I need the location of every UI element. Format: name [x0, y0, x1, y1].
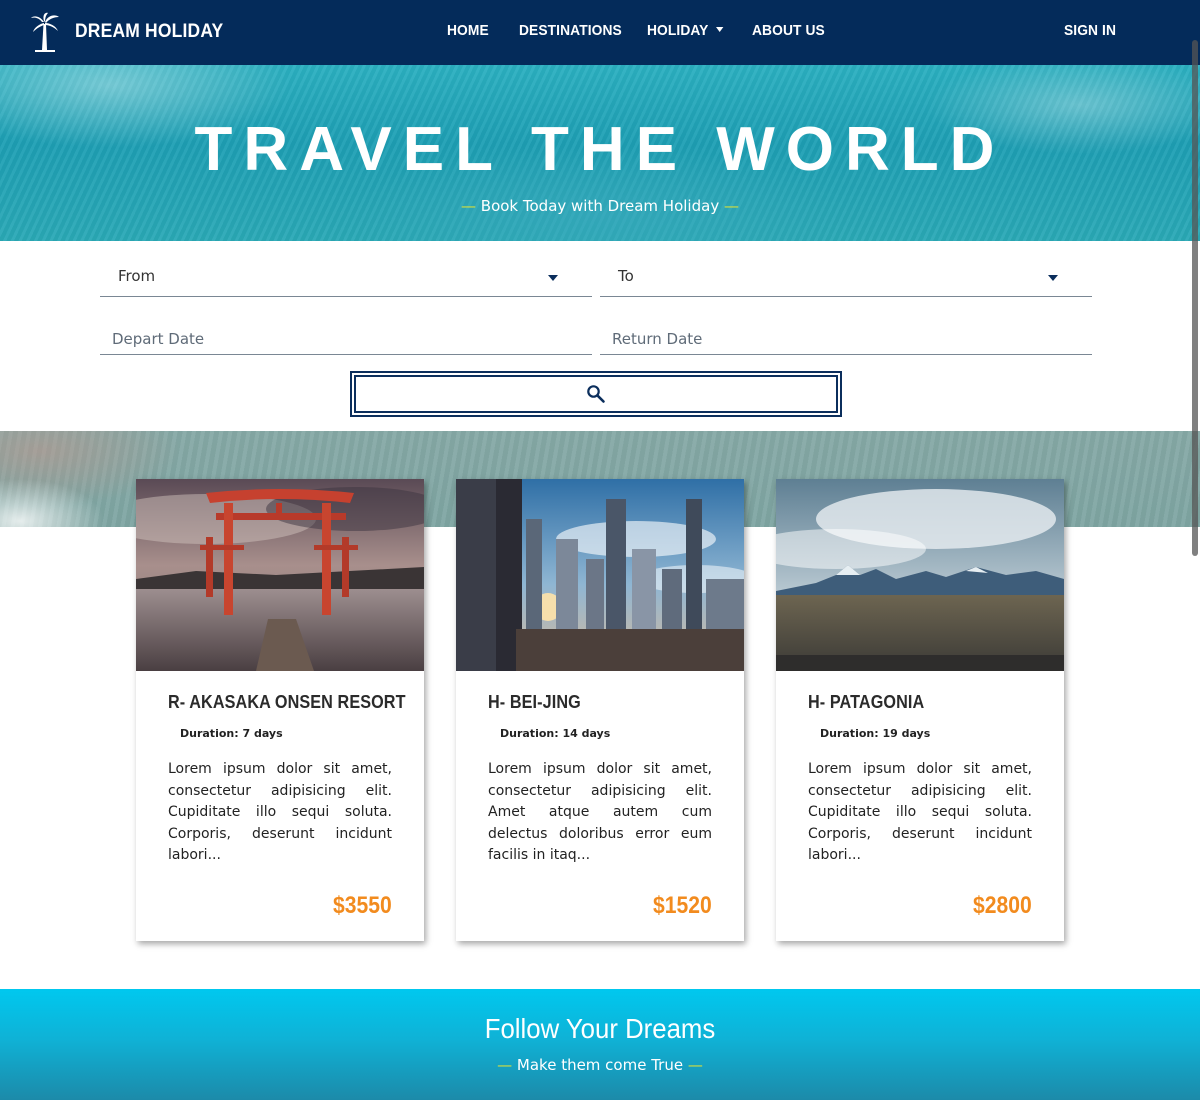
nav-holiday-dropdown[interactable]: HOLIDAY — [647, 22, 724, 39]
footer-subtitle: — Make them come True — — [0, 1056, 1200, 1074]
caret-down-icon — [715, 27, 724, 33]
footer-subtitle-text: Make them come True — [516, 1056, 684, 1074]
nav-holiday-label: HOLIDAY — [647, 22, 709, 39]
hero-title: TRAVEL THE WORLD — [194, 115, 1006, 184]
page-scrollbar[interactable] — [1192, 40, 1198, 556]
card-duration: Duration: 7 days — [180, 727, 283, 740]
nav-destinations[interactable]: DESTINATIONS — [519, 22, 622, 39]
hero-subtitle-text: Book Today with Dream Holiday — [480, 197, 720, 215]
nav-about-us[interactable]: ABOUT US — [752, 22, 825, 39]
hero-banner: TRAVEL THE WORLD — Book Today with Dream… — [0, 65, 1200, 241]
card-description: Lorem ipsum dolor sit amet, consectetur … — [808, 761, 1032, 864]
dash-right: — — [723, 197, 739, 215]
footer-banner: Follow Your Dreams — Make them come True… — [0, 989, 1200, 1100]
card-image-city-skyline — [456, 479, 744, 671]
destination-card[interactable]: H- BEI-JING Duration: 14 days Lorem ipsu… — [456, 479, 744, 941]
to-select[interactable]: To — [600, 241, 1092, 297]
card-duration: Duration: 19 days — [820, 727, 931, 740]
brand[interactable]: DREAM HOLIDAY — [30, 12, 236, 52]
hero-subtitle: — Book Today with Dream Holiday — — [0, 197, 1200, 215]
card-description: Lorem ipsum dolor sit amet, consectetur … — [168, 761, 392, 864]
sign-in-link[interactable]: SIGN IN — [1064, 22, 1116, 39]
depart-date-input[interactable] — [100, 299, 592, 355]
navbar: DREAM HOLIDAY HOME DESTINATIONS HOLIDAY … — [0, 0, 1200, 65]
card-title: H- PATAGONIA — [808, 692, 925, 712]
search-button-inner — [354, 375, 838, 413]
card-price: $2800 — [973, 892, 1032, 919]
card-image-torii-gate — [136, 479, 424, 671]
card-price: $3550 — [333, 892, 392, 919]
footer-title: Follow Your Dreams — [484, 1013, 716, 1044]
caret-down-icon — [1048, 275, 1058, 281]
search-icon — [587, 385, 605, 403]
card-duration: Duration: 14 days — [500, 727, 611, 740]
nav-home[interactable]: HOME — [447, 22, 489, 39]
dash-left: — — [497, 1056, 513, 1074]
card-description: Lorem ipsum dolor sit amet, consectetur … — [488, 761, 712, 864]
card-price: $1520 — [653, 892, 712, 919]
card-image-mountains — [776, 479, 1064, 671]
brand-name: DREAM HOLIDAY — [75, 21, 224, 42]
palm-tree-logo-icon — [31, 12, 59, 52]
caret-down-icon — [548, 275, 558, 281]
destination-card[interactable]: R- AKASAKA ONSEN RESORT Duration: 7 days… — [136, 479, 424, 941]
return-date-input[interactable] — [600, 299, 1092, 355]
dash-left: — — [461, 197, 476, 215]
from-label: From — [118, 267, 156, 285]
search-form: From To — [0, 241, 1200, 431]
card-title: R- AKASAKA ONSEN RESORT — [168, 692, 406, 712]
destination-card[interactable]: H- PATAGONIA Duration: 19 days Lorem ips… — [776, 479, 1064, 941]
card-title: H- BEI-JING — [488, 692, 581, 712]
from-select[interactable]: From — [100, 241, 592, 297]
search-button[interactable] — [350, 371, 842, 417]
to-label: To — [618, 267, 634, 285]
dash-right: — — [687, 1056, 703, 1074]
